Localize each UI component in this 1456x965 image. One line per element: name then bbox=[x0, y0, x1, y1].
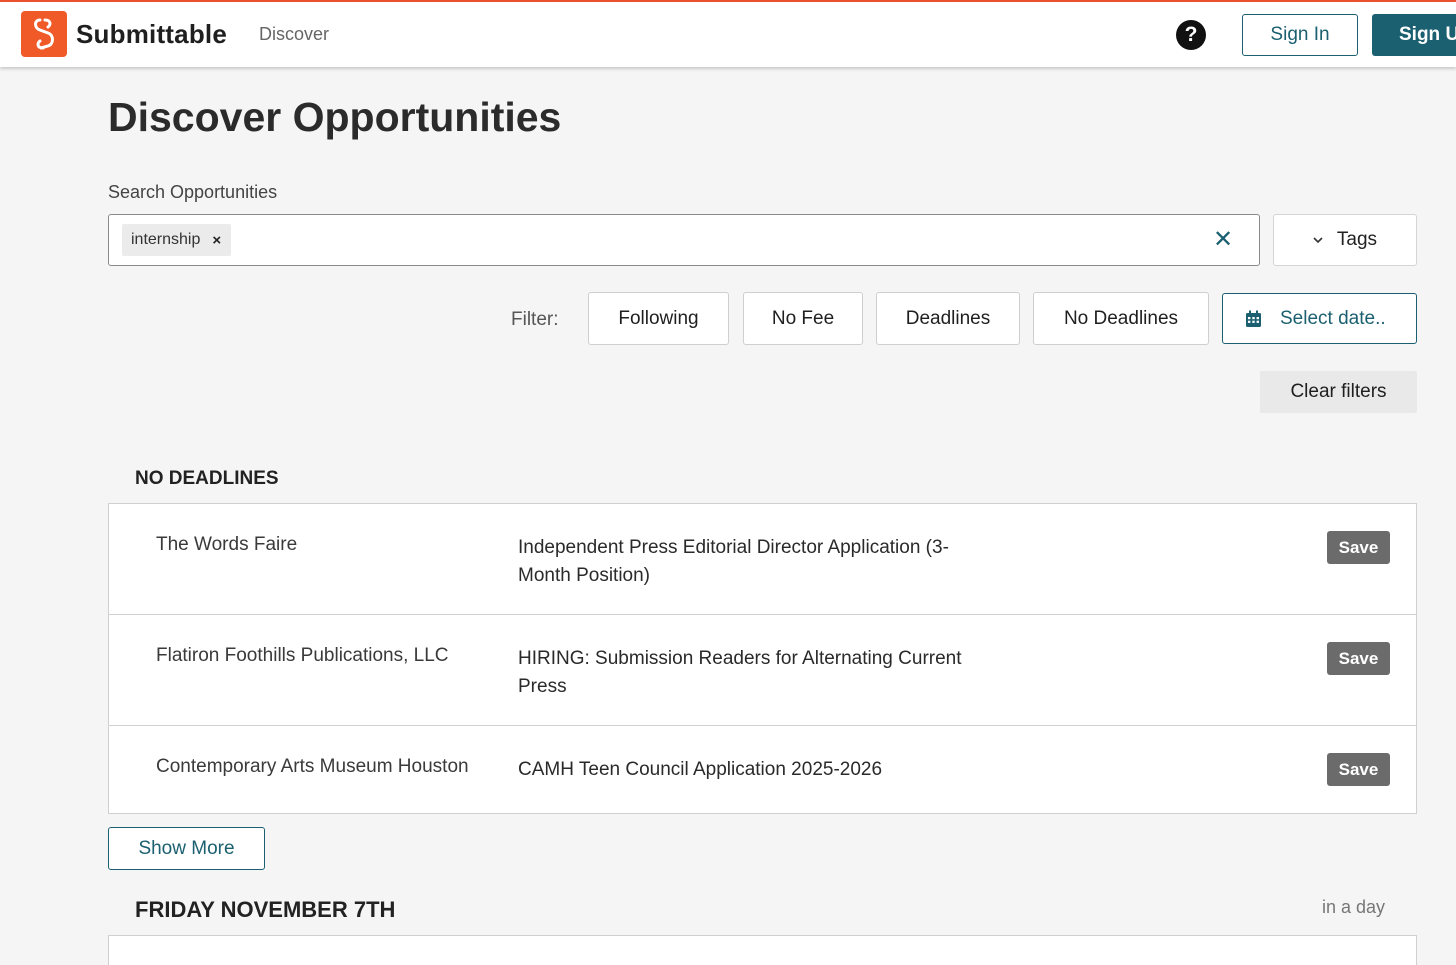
tags-label: Tags bbox=[1336, 229, 1378, 250]
logo-glyph bbox=[34, 18, 54, 50]
clear-search-icon[interactable]: ✕ bbox=[1213, 228, 1233, 252]
brand-name[interactable]: Submittable bbox=[76, 19, 227, 50]
chevron-down-icon bbox=[1313, 233, 1323, 247]
save-button[interactable]: Save bbox=[1327, 531, 1390, 564]
org-name[interactable]: The Words Faire bbox=[156, 534, 297, 556]
opportunity-title[interactable]: Independent Press Editorial Director App… bbox=[518, 534, 998, 590]
top-navbar: Submittable Discover ? Sign In Sign Up bbox=[0, 0, 1456, 67]
relative-time: in a day bbox=[1322, 897, 1386, 917]
org-name[interactable]: Flatiron Foothills Publications, LLC bbox=[156, 645, 449, 667]
select-date-button[interactable]: Select date.. bbox=[1222, 293, 1417, 344]
filter-no-deadlines-button[interactable]: No Deadlines bbox=[1033, 292, 1209, 345]
save-button[interactable]: Save bbox=[1327, 642, 1390, 675]
table-row[interactable]: The Words Faire Independent Press Editor… bbox=[109, 504, 1416, 615]
sign-up-button[interactable]: Sign Up bbox=[1372, 14, 1456, 56]
remove-chip-icon[interactable]: × bbox=[212, 232, 221, 249]
page-title: Discover Opportunities bbox=[108, 94, 562, 140]
tags-dropdown[interactable]: Tags bbox=[1273, 214, 1417, 266]
submittable-logo-icon[interactable] bbox=[21, 11, 67, 57]
save-button[interactable]: Save bbox=[1327, 753, 1390, 786]
table-row[interactable]: Contemporary Arts Museum Houston CAMH Te… bbox=[109, 726, 1416, 813]
section-heading-no-deadlines: NO DEADLINES bbox=[135, 468, 279, 489]
select-date-label: Select date.. bbox=[1280, 307, 1386, 329]
opportunity-list-friday bbox=[108, 935, 1417, 965]
filter-deadlines-button[interactable]: Deadlines bbox=[876, 292, 1020, 345]
sign-in-button[interactable]: Sign In bbox=[1242, 14, 1358, 56]
calendar-icon bbox=[1246, 310, 1261, 327]
help-icon[interactable]: ? bbox=[1176, 20, 1206, 50]
org-name[interactable]: Contemporary Arts Museum Houston bbox=[156, 756, 469, 778]
tag-chip-label: internship bbox=[131, 231, 201, 248]
opportunity-list: The Words Faire Independent Press Editor… bbox=[108, 503, 1417, 814]
search-label: Search Opportunities bbox=[108, 182, 278, 202]
clear-filters-button[interactable]: Clear filters bbox=[1260, 371, 1417, 413]
heading-day: FRIDAY bbox=[135, 897, 215, 922]
nav-discover-link[interactable]: Discover bbox=[259, 24, 329, 45]
heading-date: NOVEMBER 7TH bbox=[220, 897, 396, 922]
opportunity-title[interactable]: CAMH Teen Council Application 2025-2026 bbox=[518, 756, 998, 784]
section-heading-date: FRIDAY NOVEMBER 7TH bbox=[135, 897, 395, 923]
filter-following-button[interactable]: Following bbox=[588, 292, 729, 345]
tag-chip-internship: internship × bbox=[122, 224, 232, 256]
search-box[interactable]: internship × ✕ bbox=[108, 214, 1260, 266]
show-more-button[interactable]: Show More bbox=[108, 827, 265, 870]
filter-label: Filter: bbox=[511, 309, 559, 330]
filter-no-fee-button[interactable]: No Fee bbox=[743, 292, 863, 345]
search-input[interactable] bbox=[249, 225, 1249, 255]
opportunity-title[interactable]: HIRING: Submission Readers for Alternati… bbox=[518, 645, 998, 701]
table-row[interactable]: Flatiron Foothills Publications, LLC HIR… bbox=[109, 615, 1416, 726]
